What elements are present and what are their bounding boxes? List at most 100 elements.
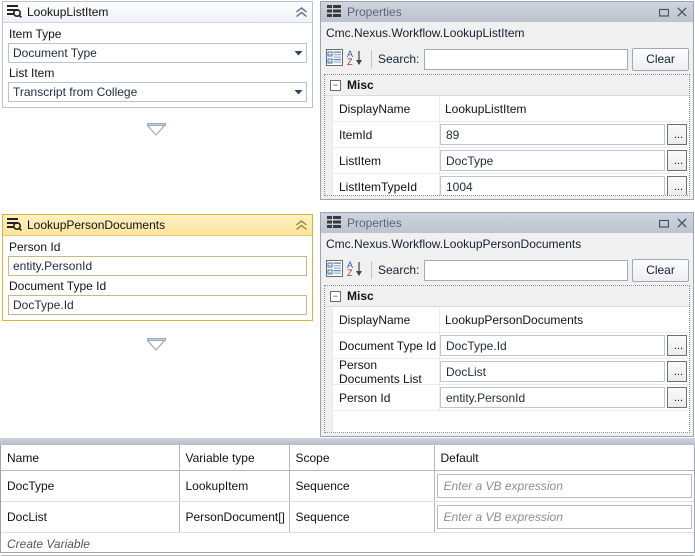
column-header-variable-type[interactable]: Variable type xyxy=(179,445,290,471)
property-value-cell[interactable]: 89 ... xyxy=(440,122,689,147)
activity-lookup-person-documents[interactable]: LookupPersonDocuments Person Id entity.P… xyxy=(2,214,313,321)
property-row[interactable]: DisplayName LookupListItem xyxy=(325,96,689,122)
ellipsis-button[interactable]: ... xyxy=(667,176,687,195)
drop-target-triangle-icon[interactable] xyxy=(147,338,166,351)
category-name: Misc xyxy=(347,289,374,303)
variable-default-input[interactable]: Enter a VB expression xyxy=(436,474,692,498)
lookup-list-icon xyxy=(7,217,22,234)
property-value-input[interactable]: DocType.Id xyxy=(440,335,665,356)
property-row[interactable]: ListItemTypeId 1004 ... xyxy=(325,174,689,195)
property-value-cell[interactable]: DocType ... xyxy=(440,148,689,173)
column-header-name[interactable]: Name xyxy=(1,445,180,471)
properties-window-lookup-list-item[interactable]: Properties Cmc.Nexus.Workflow.LookupList… xyxy=(320,1,694,200)
property-value-input[interactable]: 89 xyxy=(440,124,665,145)
property-grid[interactable]: − Misc DisplayName LookupPersonDocuments… xyxy=(324,285,690,433)
variable-scope[interactable]: Sequence xyxy=(289,501,435,533)
property-value-input[interactable]: DocType xyxy=(440,150,665,171)
chevron-down-icon[interactable] xyxy=(290,83,306,101)
property-value-cell[interactable]: entity.PersonId ... xyxy=(440,385,689,410)
lookup-list-icon xyxy=(7,4,22,21)
activity-title: LookupPersonDocuments xyxy=(27,218,166,232)
search-input[interactable] xyxy=(424,259,628,281)
property-value-cell[interactable]: DocType.Id ... xyxy=(440,333,689,358)
categorized-view-icon[interactable] xyxy=(326,49,343,69)
column-header-default[interactable]: Default xyxy=(434,445,694,471)
chevron-double-up-icon[interactable] xyxy=(293,5,309,20)
variable-default-input[interactable]: Enter a VB expression xyxy=(436,505,692,529)
property-name: Person Documents List xyxy=(325,358,440,386)
variable-type[interactable]: LookupItem xyxy=(179,470,290,502)
property-row[interactable]: Document Type Id DocType.Id ... xyxy=(325,333,689,359)
search-input[interactable] xyxy=(424,48,628,70)
properties-toolbar[interactable]: A Z Search: Clear xyxy=(321,255,693,285)
variable-default-cell[interactable]: Enter a VB expression xyxy=(434,501,694,533)
properties-window-lookup-person-documents[interactable]: Properties Cmc.Nexus.Workflow.LookupPers… xyxy=(320,212,694,437)
property-value-input[interactable]: 1004 xyxy=(440,176,665,195)
property-value-cell[interactable]: LookupPersonDocuments xyxy=(440,307,689,332)
ellipsis-button[interactable]: ... xyxy=(667,124,687,145)
property-name: DisplayName xyxy=(325,307,440,332)
list-item-combobox[interactable]: Transcript from College xyxy=(8,82,307,102)
variable-scope[interactable]: Sequence xyxy=(289,470,435,502)
sort-alphabetical-icon[interactable]: A Z xyxy=(347,49,367,69)
drop-target-triangle-icon[interactable] xyxy=(147,123,166,136)
ellipsis-button[interactable]: ... xyxy=(667,387,687,408)
person-id-value: entity.PersonId xyxy=(13,259,93,273)
properties-titlebar[interactable]: Properties xyxy=(321,2,693,22)
collapse-category-icon[interactable]: − xyxy=(330,79,341,91)
horizontal-splitter[interactable] xyxy=(0,437,695,445)
property-row[interactable]: ItemId 89 ... xyxy=(325,122,689,148)
item-type-value: Document Type xyxy=(13,46,97,60)
property-grid[interactable]: − Misc DisplayName LookupListItem ItemId… xyxy=(324,74,690,196)
activity-lookup-list-item[interactable]: LookupListItem Item Type Document Type L… xyxy=(2,1,313,108)
workflow-designer-canvas[interactable]: LookupListItem Item Type Document Type L… xyxy=(0,0,317,437)
variable-type[interactable]: PersonDocument[] xyxy=(179,501,290,533)
close-icon[interactable] xyxy=(673,4,691,20)
table-row[interactable]: DocList PersonDocument[] Sequence Enter … xyxy=(1,501,694,533)
document-type-id-value: DocType.Id xyxy=(13,298,74,312)
property-value-input[interactable]: DocList xyxy=(440,361,665,382)
activity-header[interactable]: LookupPersonDocuments xyxy=(3,215,312,236)
ellipsis-button[interactable]: ... xyxy=(667,335,687,356)
clear-button[interactable]: Clear xyxy=(632,47,689,71)
property-value-cell[interactable]: 1004 ... xyxy=(440,174,689,195)
property-name: Document Type Id xyxy=(325,333,440,358)
close-icon[interactable] xyxy=(673,215,691,231)
variables-designer[interactable]: Name Variable type Scope Default DocType… xyxy=(0,445,695,556)
variables-table[interactable]: Name Variable type Scope Default DocType… xyxy=(1,445,694,533)
properties-toolbar[interactable]: A Z Search: Clear xyxy=(321,44,693,74)
ellipsis-button[interactable]: ... xyxy=(667,361,687,382)
variable-name[interactable]: DocType xyxy=(1,470,180,502)
sort-alphabetical-icon[interactable]: A Z xyxy=(347,260,367,280)
property-row[interactable]: ListItem DocType ... xyxy=(325,148,689,174)
category-name: Misc xyxy=(347,78,374,92)
property-value-cell[interactable]: LookupListItem xyxy=(440,96,689,121)
variable-name[interactable]: DocList xyxy=(1,501,180,533)
property-row[interactable]: Person Id entity.PersonId ... xyxy=(325,385,689,411)
property-row[interactable]: Person Documents List DocList ... xyxy=(325,358,689,386)
clear-button[interactable]: Clear xyxy=(632,258,689,282)
collapse-category-icon[interactable]: − xyxy=(330,290,341,302)
restore-window-icon[interactable] xyxy=(655,4,673,20)
property-category-misc[interactable]: − Misc xyxy=(325,75,689,96)
chevron-double-up-icon[interactable] xyxy=(293,218,309,233)
activity-body: Person Id entity.PersonId Document Type … xyxy=(3,236,312,324)
properties-titlebar[interactable]: Properties xyxy=(321,213,693,233)
chevron-down-icon[interactable] xyxy=(290,44,306,62)
property-value-cell[interactable]: DocList ... xyxy=(440,359,689,384)
property-row[interactable]: DisplayName LookupPersonDocuments xyxy=(325,307,689,333)
categorized-view-icon[interactable] xyxy=(326,260,343,280)
person-id-expression-input[interactable]: entity.PersonId xyxy=(8,256,307,276)
variable-default-cell[interactable]: Enter a VB expression xyxy=(434,470,694,502)
table-row[interactable]: DocType LookupItem Sequence Enter a VB e… xyxy=(1,470,694,502)
property-category-misc[interactable]: − Misc xyxy=(325,286,689,307)
variables-table-header-row: Name Variable type Scope Default xyxy=(1,445,694,471)
activity-header[interactable]: LookupListItem xyxy=(3,2,312,23)
properties-window-title: Properties xyxy=(347,216,402,230)
property-value-input[interactable]: entity.PersonId xyxy=(440,387,665,408)
restore-window-icon[interactable] xyxy=(655,215,673,231)
ellipsis-button[interactable]: ... xyxy=(667,150,687,171)
item-type-combobox[interactable]: Document Type xyxy=(8,43,307,63)
document-type-id-expression-input[interactable]: DocType.Id xyxy=(8,295,307,315)
column-header-scope[interactable]: Scope xyxy=(289,445,435,471)
